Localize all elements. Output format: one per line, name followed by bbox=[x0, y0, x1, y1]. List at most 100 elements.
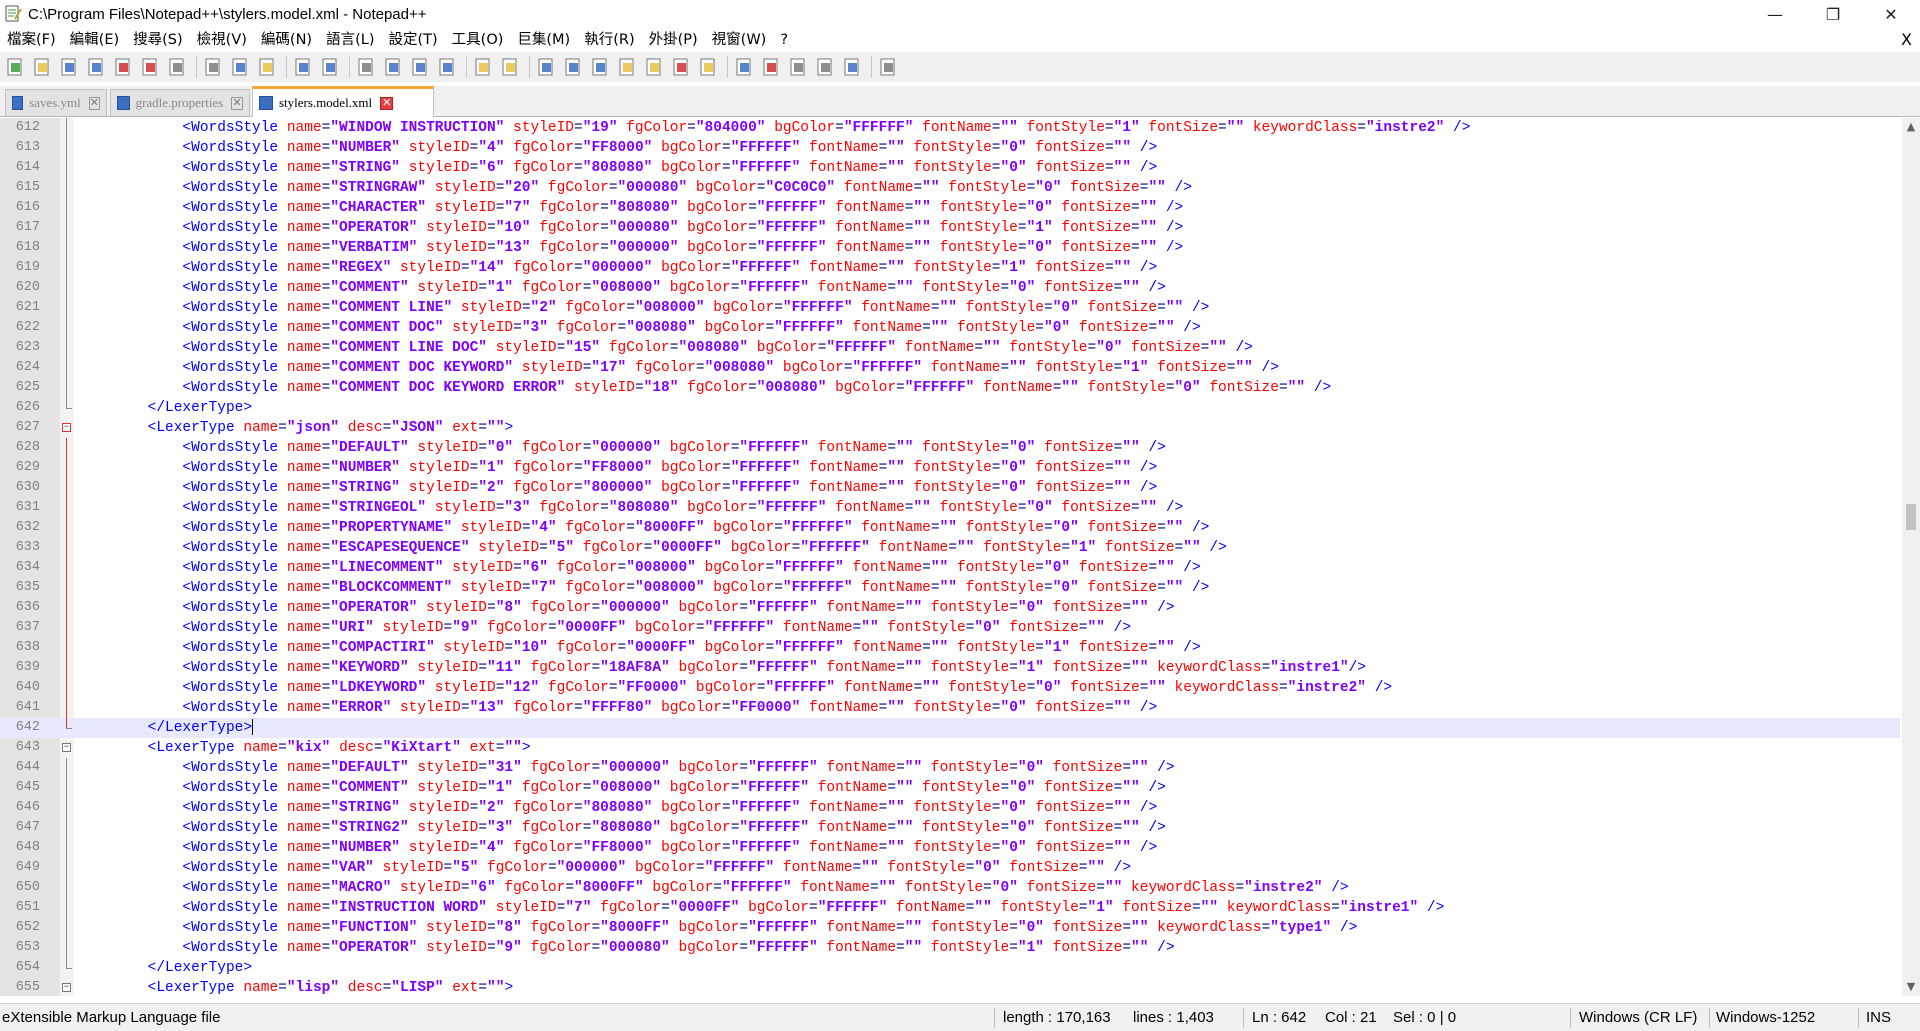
xml-attr-name: fontStyle bbox=[956, 560, 1036, 576]
status-insert-mode[interactable]: INS bbox=[1866, 1004, 1891, 1031]
editor[interactable]: 612 <WordsStyle name="WINDOW INSTRUCTION… bbox=[0, 118, 1920, 996]
xml-tag-end: > bbox=[521, 740, 531, 756]
menu-item[interactable]: 搜尋(S) bbox=[126, 28, 190, 52]
function-list-icon[interactable] bbox=[670, 56, 692, 78]
restore-button[interactable]: ❐ bbox=[1804, 0, 1862, 28]
word-wrap-icon[interactable] bbox=[535, 56, 557, 78]
menu-item[interactable]: 設定(T) bbox=[381, 28, 444, 52]
xml-attr-value: "0" bbox=[974, 860, 1001, 876]
menu-item[interactable]: 檔案(F) bbox=[0, 28, 63, 52]
save-icon[interactable] bbox=[58, 56, 80, 78]
print-icon[interactable] bbox=[166, 56, 188, 78]
tab-gradle-properties[interactable]: gradle.properties ✕ bbox=[110, 89, 250, 116]
undo-icon[interactable] bbox=[292, 56, 314, 78]
line-number: 654 bbox=[15, 960, 40, 975]
status-encoding[interactable]: Windows-1252 bbox=[1716, 1004, 1815, 1031]
line-number: 644 bbox=[15, 760, 40, 775]
code-line: 633 <WordsStyle name = "ESCAPESEQUENCE" st… bbox=[0, 538, 1900, 558]
folder-workspace-icon[interactable] bbox=[697, 56, 719, 78]
xml-attr-value: "kix" bbox=[286, 740, 331, 756]
menu-item[interactable]: ? bbox=[773, 28, 795, 52]
line-number: 653 bbox=[15, 940, 40, 955]
record-macro-icon[interactable] bbox=[760, 56, 782, 78]
close-window-button[interactable]: ✕ bbox=[1862, 0, 1920, 28]
close-document-button[interactable]: X bbox=[1901, 28, 1912, 52]
xml-attr-value: "" bbox=[1157, 640, 1175, 656]
play-macro-icon[interactable] bbox=[814, 56, 836, 78]
xml-attr-value: "STRINGEOL" bbox=[330, 500, 427, 516]
xml-attr-value: "008000" bbox=[591, 780, 662, 796]
menu-item[interactable]: 外掛(P) bbox=[642, 28, 705, 52]
xml-attr-value: "" bbox=[939, 520, 957, 536]
xml-attr-name: fontName bbox=[809, 700, 879, 716]
replace-icon[interactable] bbox=[382, 56, 404, 78]
xml-attr-value: "7" bbox=[530, 580, 557, 596]
tab-stylers-model-xml[interactable]: stylers.model.xml ✕ bbox=[252, 86, 434, 117]
cut-icon[interactable] bbox=[202, 56, 224, 78]
xml-attr-name: fontSize bbox=[1070, 180, 1140, 196]
show-all-chars-icon[interactable] bbox=[562, 56, 584, 78]
xml-tag-end: /> bbox=[1104, 620, 1132, 636]
tab-close-icon[interactable]: ✕ bbox=[231, 96, 243, 110]
menu-item[interactable]: 檢視(V) bbox=[190, 28, 254, 52]
open-file-icon[interactable] bbox=[31, 56, 53, 78]
xml-attr-value: "0" bbox=[1000, 700, 1027, 716]
zoom-in-icon[interactable] bbox=[409, 56, 431, 78]
tab-saves-yml[interactable]: saves.yml ✕ bbox=[5, 89, 107, 116]
tab-close-icon[interactable]: ✕ bbox=[380, 96, 394, 110]
scrollbar-thumb[interactable] bbox=[1906, 504, 1916, 530]
sync-horizontal-icon[interactable] bbox=[499, 56, 521, 78]
close-icon[interactable] bbox=[112, 56, 134, 78]
user-lang-icon[interactable] bbox=[616, 56, 638, 78]
scroll-up-icon[interactable]: ▲ bbox=[1902, 118, 1920, 136]
fold-toggle-icon[interactable]: − bbox=[62, 423, 71, 432]
fold-line bbox=[66, 258, 67, 278]
fold-toggle-icon[interactable]: − bbox=[62, 983, 71, 992]
menu-item[interactable]: 語言(L) bbox=[319, 28, 381, 52]
xml-attr-value: "FFFFFF" bbox=[765, 680, 836, 696]
new-file-icon[interactable] bbox=[4, 56, 26, 78]
status-eol[interactable]: Windows (CR LF) bbox=[1579, 1004, 1697, 1031]
xml-attr-value: "COMMENT" bbox=[330, 780, 409, 796]
vertical-scrollbar[interactable]: ▲ ▼ bbox=[1902, 118, 1920, 996]
stop-record-icon[interactable] bbox=[787, 56, 809, 78]
tab-close-icon[interactable]: ✕ bbox=[88, 96, 100, 110]
menu-item[interactable]: 編碼(N) bbox=[254, 28, 319, 52]
close-all-icon[interactable] bbox=[139, 56, 161, 78]
scroll-down-icon[interactable]: ▼ bbox=[1902, 978, 1920, 996]
menu-item[interactable]: 執行(R) bbox=[577, 28, 641, 52]
xml-tag-end: /> bbox=[1348, 660, 1367, 676]
paste-icon[interactable] bbox=[256, 56, 278, 78]
xml-attr-value: "008080" bbox=[678, 340, 749, 356]
xml-attr-name: fontStyle bbox=[913, 460, 992, 476]
xml-attr-value: "" bbox=[487, 980, 505, 996]
xml-attr-value: "0" bbox=[1000, 840, 1027, 856]
menu-item[interactable]: 巨集(M) bbox=[510, 28, 577, 52]
menu-item[interactable]: 視窗(W) bbox=[705, 28, 774, 52]
doc-map-icon[interactable] bbox=[643, 56, 665, 78]
menu-item[interactable]: 編輯(E) bbox=[63, 28, 126, 52]
find-icon[interactable] bbox=[355, 56, 377, 78]
xml-attr-name: fontSize bbox=[1157, 360, 1227, 376]
monitoring-icon[interactable] bbox=[733, 56, 755, 78]
save-macro-icon[interactable] bbox=[877, 56, 899, 78]
xml-attr-name: fontStyle bbox=[983, 540, 1062, 556]
xml-attr-name: fontStyle bbox=[922, 280, 1001, 296]
menu-item[interactable]: 工具(O) bbox=[445, 28, 511, 52]
copy-icon[interactable] bbox=[229, 56, 251, 78]
fold-toggle-icon[interactable]: − bbox=[62, 743, 71, 752]
xml-attr-value: "NUMBER" bbox=[330, 140, 400, 156]
sync-vertical-icon[interactable] bbox=[472, 56, 494, 78]
zoom-out-icon[interactable] bbox=[436, 56, 458, 78]
save-all-icon[interactable] bbox=[85, 56, 107, 78]
xml-equals: = bbox=[487, 920, 496, 936]
minimize-button[interactable]: — bbox=[1746, 0, 1804, 28]
code-text: </LexerType> bbox=[78, 398, 252, 418]
xml-attr-value: "" bbox=[1287, 380, 1306, 396]
redo-icon[interactable] bbox=[319, 56, 341, 78]
xml-attr-value: "" bbox=[487, 420, 505, 436]
xml-attr-value: "" bbox=[887, 140, 905, 156]
run-macro-multiple-icon[interactable] bbox=[841, 56, 863, 78]
indent-guide-icon[interactable] bbox=[589, 56, 611, 78]
xml-attr-name: bgColor bbox=[634, 860, 696, 876]
